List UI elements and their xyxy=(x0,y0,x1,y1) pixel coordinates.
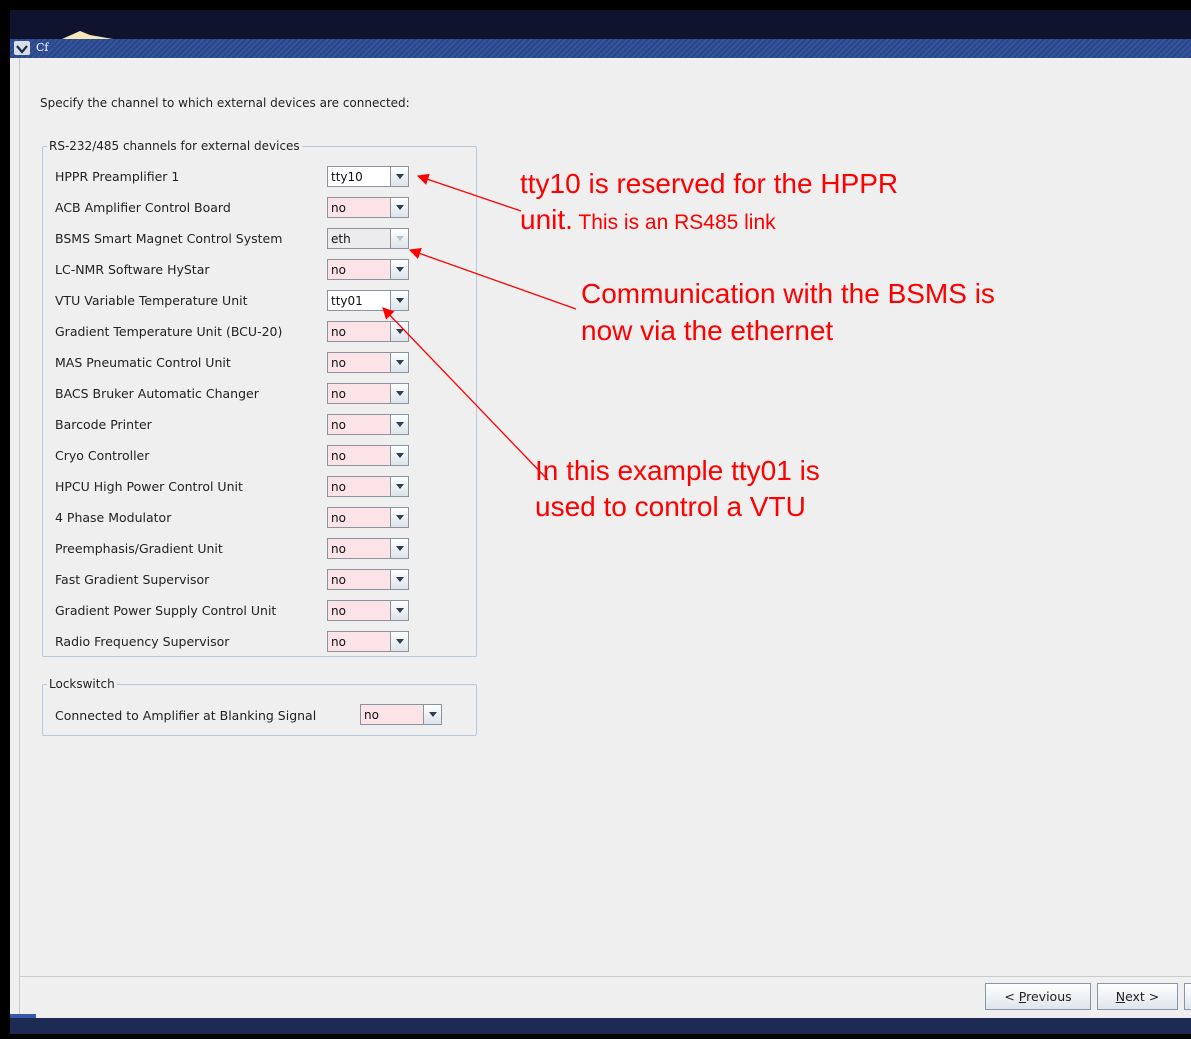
vtu-annotation-line1: In this example tty01 is xyxy=(535,455,820,486)
hppr-annotation-line1: tty10 is reserved for the HPPR xyxy=(520,168,899,199)
vtu-arrow xyxy=(382,307,549,481)
hppr-annotation-line2-big: unit. xyxy=(520,204,573,235)
vtu-annotation-line2: used to control a VTU xyxy=(535,491,806,522)
hppr-arrow xyxy=(416,173,522,212)
hppr-annotation-line2: unit. This is an RS485 link xyxy=(520,202,776,241)
bsms-arrow xyxy=(408,248,577,310)
bsms-annotation-line1: Communication with the BSMS is xyxy=(581,278,995,309)
hppr-annotation-line2-small: This is an RS485 link xyxy=(572,211,776,234)
bsms-annotation-line2: now via the ethernet xyxy=(581,315,834,346)
